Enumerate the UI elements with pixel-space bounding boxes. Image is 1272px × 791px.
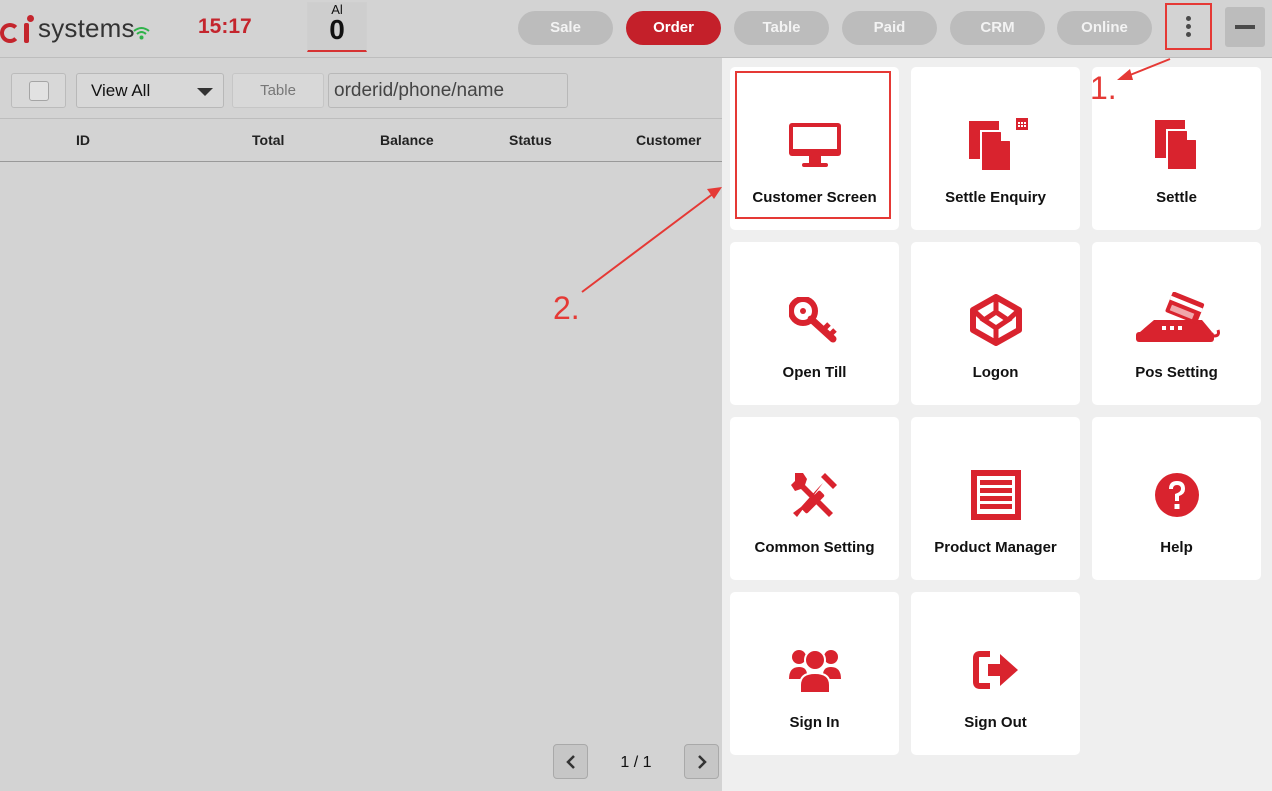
annotation-arrows <box>581 58 1171 293</box>
annotation-step-1: 1. <box>1090 70 1117 106</box>
annotation-step-2: 2. <box>553 290 580 326</box>
